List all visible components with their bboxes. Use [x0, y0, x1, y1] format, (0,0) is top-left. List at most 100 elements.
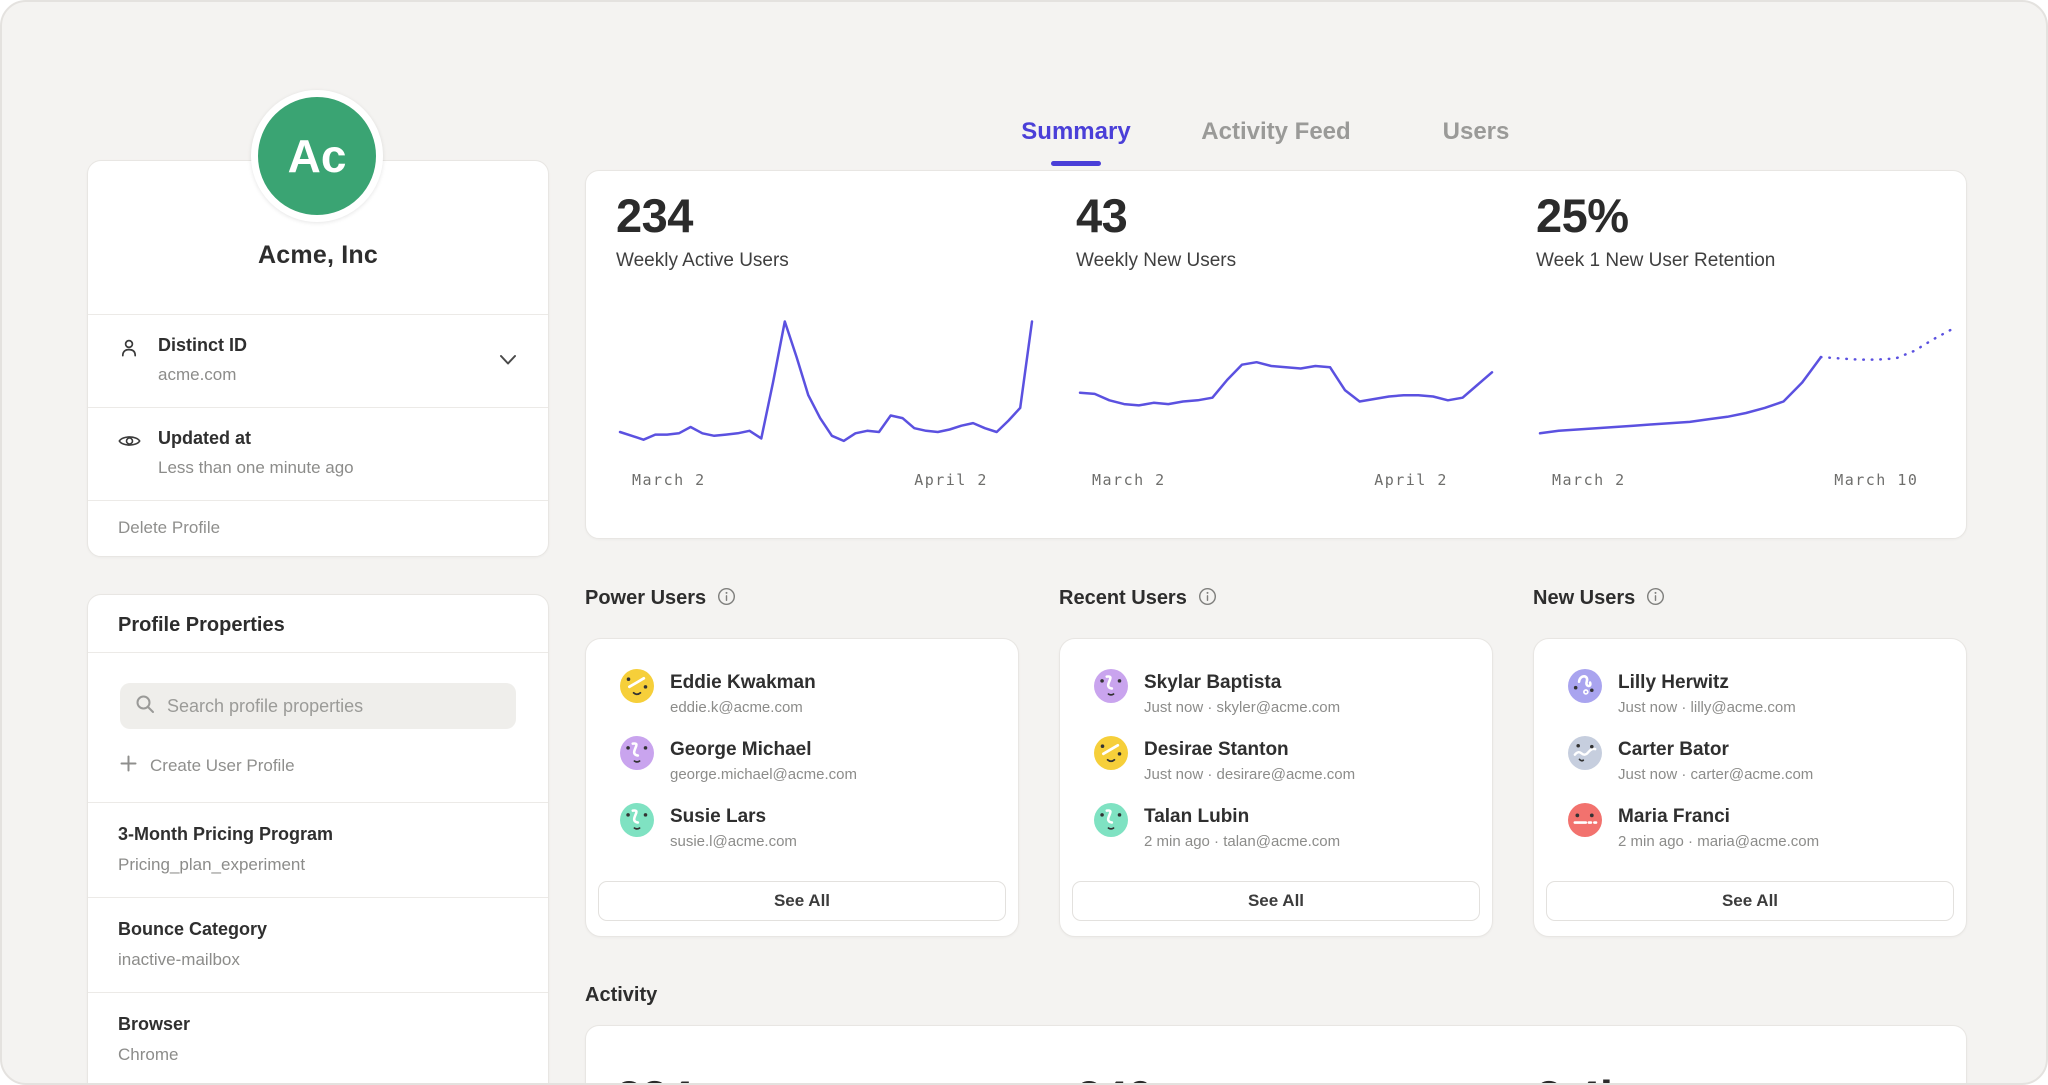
property-name: Browser: [118, 1014, 518, 1035]
stat-label: Weekly New Users: [1076, 250, 1496, 272]
axis-tick: March 2: [1092, 471, 1166, 489]
section-recent-users: Recent UsersSkylar BaptistaJust now · sk…: [1059, 585, 1493, 937]
user-avatar: [620, 669, 654, 703]
user-name: Desirae Stanton: [1144, 738, 1355, 761]
axis-tick: April 2: [1374, 471, 1448, 489]
property-row: Bounce Category inactive-mailbox: [88, 897, 548, 992]
info-icon[interactable]: [1646, 585, 1665, 611]
user-list-item[interactable]: Desirae Stanton Just now · desirare@acme.…: [1094, 736, 1472, 796]
tab-summary[interactable]: Summary: [976, 118, 1176, 168]
updated-at-label: Updated at: [158, 427, 518, 449]
activity-stats-card: 234 240 3.4k: [585, 1025, 1967, 1085]
info-icon[interactable]: [1198, 585, 1217, 611]
create-user-profile-label: Create User Profile: [150, 756, 295, 776]
user-list-item[interactable]: Carter Bator Just now · carter@acme.com: [1568, 736, 1946, 796]
stat-week1-retention: 25% Week 1 New User Retention March 2 Ma…: [1536, 171, 1956, 538]
user-avatar: [1094, 736, 1128, 770]
profile-properties-card: Profile Properties Create User Profile 3…: [87, 594, 549, 1085]
user-detail: Just now · lilly@acme.com: [1618, 699, 1796, 716]
info-icon[interactable]: [717, 585, 736, 611]
user-name: Eddie Kwakman: [670, 671, 816, 694]
see-all-button[interactable]: See All: [598, 881, 1006, 921]
stat-value: 25%: [1536, 189, 1956, 243]
section-title: New Users: [1533, 587, 1635, 610]
company-avatar: Ac: [251, 90, 383, 222]
property-value: inactive-mailbox: [118, 949, 518, 971]
user-detail: 2 min ago · talan@acme.com: [1144, 833, 1340, 850]
axis-tick: March 2: [632, 471, 706, 489]
delete-profile-button[interactable]: Delete Profile: [88, 500, 548, 557]
distinct-id-label: Distinct ID: [158, 334, 518, 356]
eye-icon: [117, 431, 142, 456]
property-row: 3-Month Pricing Program Pricing_plan_exp…: [88, 802, 548, 897]
property-name: 3-Month Pricing Program: [118, 824, 518, 845]
see-all-button[interactable]: See All: [1546, 881, 1954, 921]
section-title: Power Users: [585, 587, 706, 610]
user-detail: eddie.k@acme.com: [670, 699, 816, 716]
user-detail: Just now · carter@acme.com: [1618, 766, 1813, 783]
stat-weekly-active-users: 234 Weekly Active Users March 2 April 2: [616, 171, 1036, 538]
property-value: Pricing_plan_experiment: [118, 854, 518, 876]
see-all-button[interactable]: See All: [1072, 881, 1480, 921]
section-power-users: Power Users Eddie Kwakman eddie.k@acme.com…: [585, 585, 1019, 937]
summary-stats-card: 234 Weekly Active Users March 2 April 2 …: [585, 170, 1967, 539]
user-list-item[interactable]: Susie Lars susie.l@acme.com: [620, 803, 998, 863]
tab-activity-feed-label: Activity Feed: [1201, 118, 1350, 145]
profile-properties-search[interactable]: [120, 683, 516, 729]
user-name: Skylar Baptista: [1144, 671, 1340, 694]
user-detail: 2 min ago · maria@acme.com: [1618, 833, 1819, 850]
plus-icon: [120, 755, 137, 777]
distinct-id-value: acme.com: [158, 364, 518, 386]
create-user-profile-button[interactable]: Create User Profile: [120, 755, 516, 777]
user-list-item[interactable]: Lilly Herwitz Just now · lilly@acme.com: [1568, 669, 1946, 729]
chevron-down-icon[interactable]: [498, 353, 518, 372]
x-axis-labels: March 2 April 2: [1076, 471, 1496, 493]
stat-label: Weekly Active Users: [616, 250, 1036, 272]
activity-stat-value: 234: [616, 1070, 1036, 1085]
user-list-item[interactable]: Maria Franci 2 min ago · maria@acme.com: [1568, 803, 1946, 863]
tab-summary-label: Summary: [1021, 118, 1130, 145]
stat-value: 43: [1076, 189, 1496, 243]
user-name: George Michael: [670, 738, 857, 761]
stat-weekly-new-users: 43 Weekly New Users March 2 April 2: [1076, 171, 1496, 538]
x-axis-labels: March 2 April 2: [616, 471, 1036, 493]
property-row: Browser Chrome: [88, 992, 548, 1085]
user-detail: Just now · desirare@acme.com: [1144, 766, 1355, 783]
stat-value: 234: [616, 189, 1036, 243]
tab-users[interactable]: Users: [1376, 118, 1576, 168]
axis-tick: March 2: [1552, 471, 1626, 489]
activity-stat-value: 3.4k: [1536, 1070, 1956, 1085]
updated-at-value: Less than one minute ago: [158, 457, 518, 479]
user-avatar: [1568, 736, 1602, 770]
user-avatar: [1094, 669, 1128, 703]
user-list-item[interactable]: Eddie Kwakman eddie.k@acme.com: [620, 669, 998, 729]
user-avatar: [1568, 669, 1602, 703]
user-avatar: [1568, 803, 1602, 837]
activity-section-title: Activity: [585, 984, 657, 1007]
tab-users-label: Users: [1443, 118, 1510, 145]
user-name: Susie Lars: [670, 805, 797, 828]
user-detail: Just now · skyler@acme.com: [1144, 699, 1340, 716]
search-input[interactable]: [167, 696, 502, 717]
distinct-id-row: Distinct ID acme.com: [88, 314, 548, 407]
user-avatar: [1094, 803, 1128, 837]
user-name: Maria Franci: [1618, 805, 1819, 828]
x-axis-labels: March 2 March 10: [1536, 471, 1956, 493]
section-new-users: New Users Lilly Herwitz Just now · lilly@a…: [1533, 585, 1967, 937]
user-list-item[interactable]: Talan Lubin 2 min ago · talan@acme.com: [1094, 803, 1472, 863]
user-name: Carter Bator: [1618, 738, 1813, 761]
property-value: Chrome: [118, 1044, 518, 1066]
tab-activity-feed[interactable]: Activity Feed: [1176, 118, 1376, 168]
axis-tick: April 2: [914, 471, 988, 489]
activity-stat-value: 240: [1076, 1070, 1496, 1085]
user-detail: susie.l@acme.com: [670, 833, 797, 850]
active-tab-underline: [1051, 161, 1101, 166]
user-list-card: Lilly Herwitz Just now · lilly@acme.com Ca…: [1533, 638, 1967, 937]
user-list-item[interactable]: George Michaelgeorge.michael@acme.com: [620, 736, 998, 796]
tab-bar: Summary Activity Feed Users: [585, 118, 1967, 168]
user-list-item[interactable]: Skylar Baptista Just now · skyler@acme.co…: [1094, 669, 1472, 729]
sparkline-chart: [1076, 315, 1496, 450]
user-list-card: Eddie Kwakman eddie.k@acme.com George Mich…: [585, 638, 1019, 937]
user-name: Talan Lubin: [1144, 805, 1340, 828]
user-name: Lilly Herwitz: [1618, 671, 1796, 694]
